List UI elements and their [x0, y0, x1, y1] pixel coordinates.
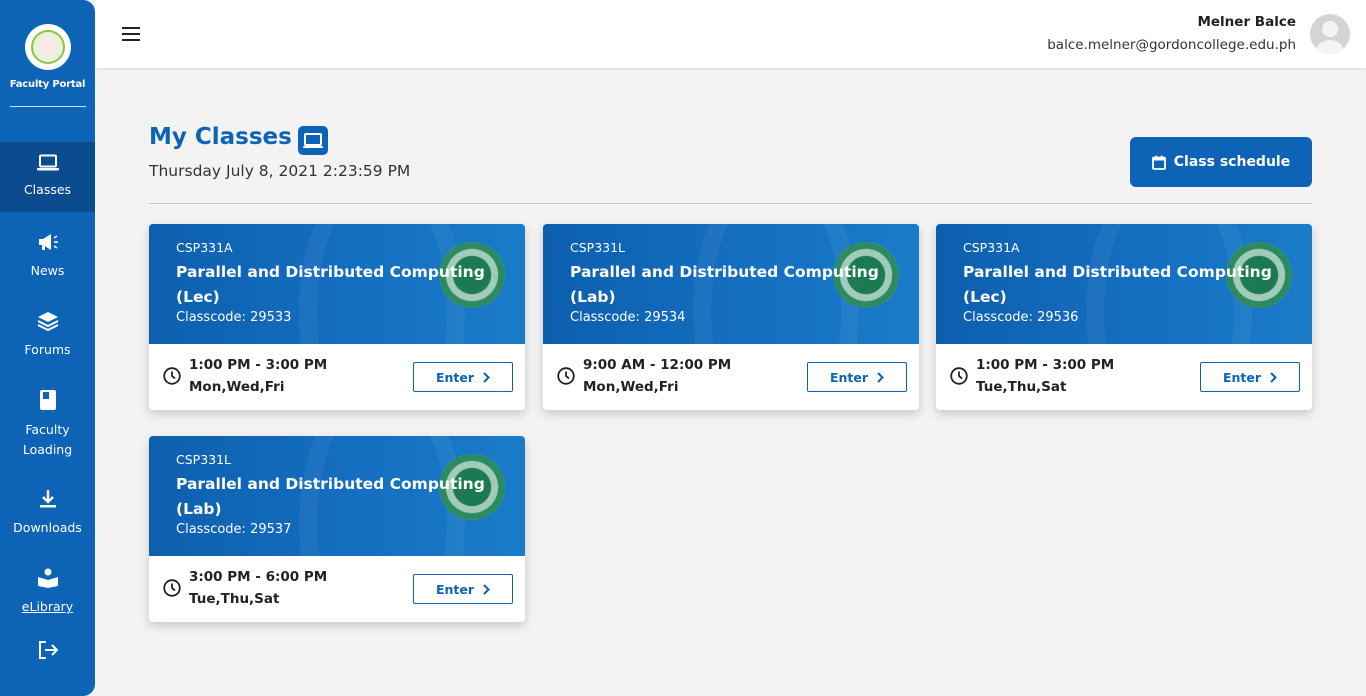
- layers-icon: [37, 312, 58, 331]
- clock-icon: [950, 367, 968, 385]
- class-code: Classcode: 29537: [176, 522, 292, 537]
- logout-icon: [38, 641, 58, 659]
- class-time: 9:00 AM - 12:00 PM: [583, 357, 732, 373]
- course-title: Parallel and Distributed Computing (Lec): [176, 263, 485, 306]
- sidebar-item-news[interactable]: News: [0, 232, 95, 281]
- clock-icon: [163, 579, 181, 597]
- class-time: 1:00 PM - 3:00 PM: [976, 357, 1115, 373]
- class-time: 1:00 PM - 3:00 PM: [189, 357, 328, 373]
- brand-title: Faculty Portal: [9, 79, 86, 90]
- enter-button[interactable]: Enter: [413, 574, 513, 604]
- sidebar-item-elibrary[interactable]: eLibrary: [0, 568, 95, 617]
- clock-icon: [557, 367, 575, 385]
- class-card: CSP331A Parallel and Distributed Computi…: [936, 224, 1312, 410]
- avatar[interactable]: [1310, 14, 1350, 54]
- sidebar-item-forums[interactable]: Forums: [0, 311, 95, 360]
- college-logo: [24, 24, 71, 70]
- sidebar-item-label: Downloads: [13, 520, 82, 535]
- hamburger-menu-icon[interactable]: [122, 27, 140, 41]
- course-code: CSP331L: [570, 240, 626, 255]
- download-icon: [39, 490, 56, 508]
- user-name: Melner Balce: [1197, 14, 1296, 30]
- sidebar-item-label: News: [30, 263, 65, 278]
- current-datetime: Thursday July 8, 2021 2:23:59 PM: [149, 162, 411, 180]
- reader-icon: [37, 568, 58, 588]
- sidebar-item-label: Classes: [23, 182, 72, 197]
- card-header: CSP331L Parallel and Distributed Computi…: [543, 224, 919, 344]
- book-icon: [39, 390, 56, 410]
- class-days: Tue,Thu,Sat: [189, 591, 280, 607]
- class-card: CSP331L Parallel and Distributed Computi…: [543, 224, 919, 410]
- class-card: CSP331A Parallel and Distributed Computi…: [149, 224, 525, 410]
- class-days: Tue,Thu,Sat: [976, 379, 1067, 395]
- class-code: Classcode: 29536: [963, 310, 1079, 325]
- course-title: Parallel and Distributed Computing (Lab): [176, 475, 485, 518]
- course-code: CSP331L: [176, 452, 232, 467]
- laptop-icon: [298, 126, 328, 155]
- class-days: Mon,Wed,Fri: [583, 379, 679, 395]
- header-divider: [149, 203, 1312, 204]
- chevron-right-icon: [483, 371, 490, 383]
- megaphone-icon: [38, 234, 58, 250]
- page-title: My Classes: [149, 124, 292, 150]
- enter-button[interactable]: Enter: [807, 362, 907, 392]
- chevron-right-icon: [483, 583, 490, 595]
- course-title: Parallel and Distributed Computing (Lec): [963, 263, 1272, 306]
- class-time: 3:00 PM - 6:00 PM: [189, 569, 328, 585]
- brand-divider: [9, 106, 86, 107]
- card-header: CSP331L Parallel and Distributed Computi…: [149, 436, 525, 556]
- sidebar-item-label: Faculty Loading: [22, 422, 73, 457]
- enter-button[interactable]: Enter: [1200, 362, 1300, 392]
- chevron-right-icon: [877, 371, 884, 383]
- sidebar-item-faculty-loading[interactable]: Faculty Loading: [0, 389, 95, 460]
- sidebar-item-classes[interactable]: Classes: [0, 142, 95, 212]
- chevron-right-icon: [1270, 371, 1277, 383]
- laptop-icon: [36, 154, 59, 171]
- sidebar-item-label: eLibrary: [21, 599, 74, 614]
- class-schedule-button[interactable]: Class schedule: [1130, 137, 1312, 187]
- sidebar: Faculty Portal Classes News Forums Facul…: [0, 0, 95, 696]
- top-bar: Melner Balce balce.melner@gordoncollege.…: [95, 0, 1366, 68]
- brand: Faculty Portal: [0, 24, 95, 107]
- user-email: balce.melner@gordoncollege.edu.ph: [1047, 37, 1296, 53]
- calendar-icon: [1151, 155, 1166, 170]
- class-code: Classcode: 29534: [570, 310, 686, 325]
- course-title: Parallel and Distributed Computing (Lab): [570, 263, 879, 306]
- class-card: CSP331L Parallel and Distributed Computi…: [149, 436, 525, 622]
- card-header: CSP331A Parallel and Distributed Computi…: [936, 224, 1312, 344]
- sidebar-item-downloads[interactable]: Downloads: [0, 489, 95, 538]
- enter-button[interactable]: Enter: [413, 362, 513, 392]
- course-code: CSP331A: [963, 240, 1020, 255]
- course-code: CSP331A: [176, 240, 233, 255]
- clock-icon: [163, 367, 181, 385]
- class-days: Mon,Wed,Fri: [189, 379, 285, 395]
- logout-button[interactable]: [0, 640, 95, 660]
- card-header: CSP331A Parallel and Distributed Computi…: [149, 224, 525, 344]
- sidebar-item-label: Forums: [24, 342, 71, 357]
- class-schedule-label: Class schedule: [1173, 154, 1291, 170]
- class-code: Classcode: 29533: [176, 310, 292, 325]
